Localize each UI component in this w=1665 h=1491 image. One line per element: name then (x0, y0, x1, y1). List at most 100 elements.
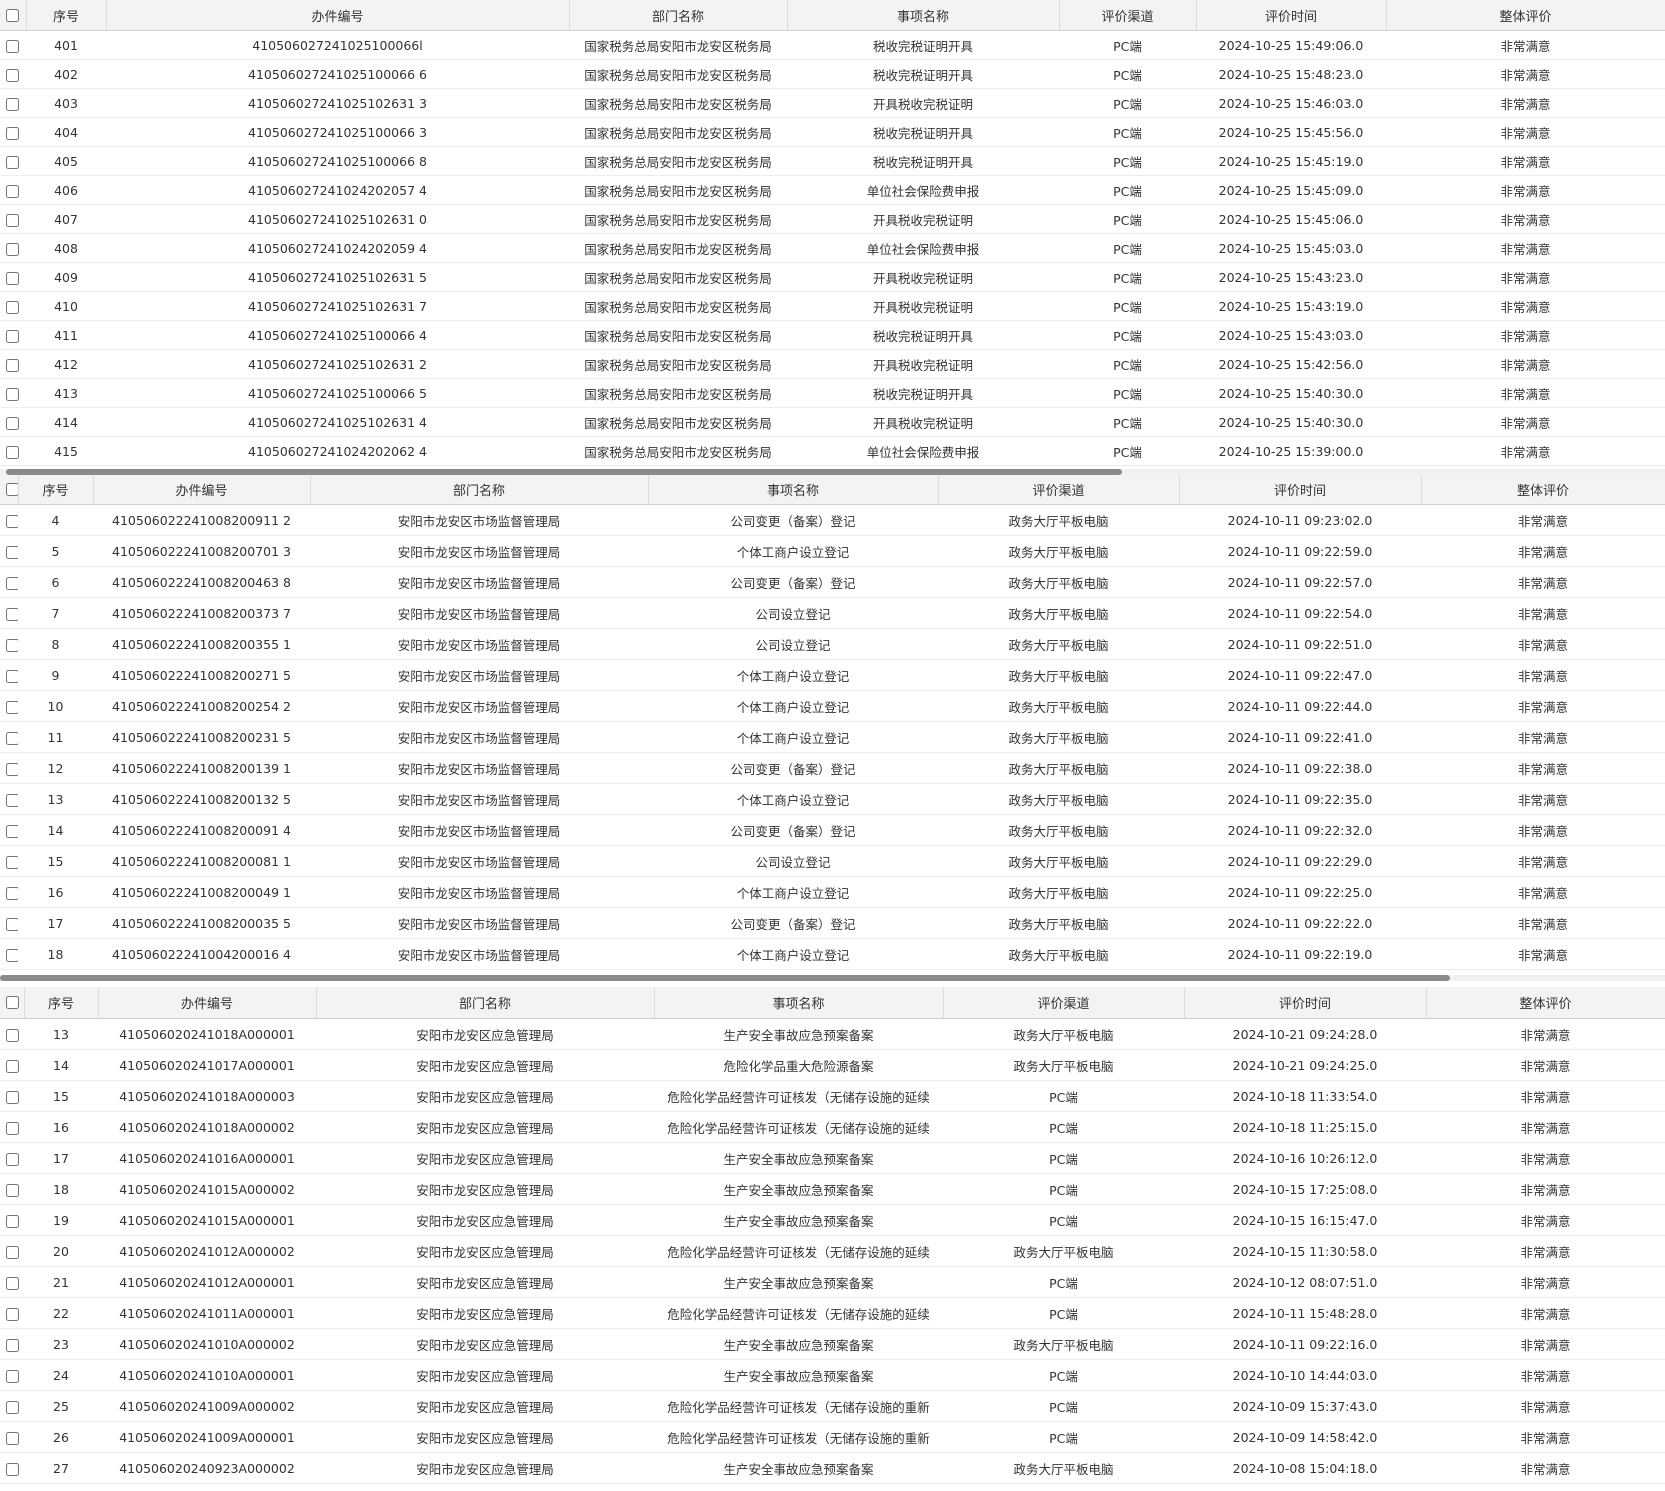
row-checkbox[interactable] (6, 1059, 19, 1073)
row-checkbox[interactable] (6, 445, 19, 459)
department-header[interactable]: 部门名称 (310, 475, 649, 505)
table-row[interactable]: 407 410506027241025102631 0 国家税务总局安阳市龙安区税务… (0, 204, 1665, 234)
row-checkbox[interactable] (6, 917, 18, 931)
horizontal-scrollbar[interactable] (0, 975, 1665, 981)
row-checkbox[interactable] (6, 68, 19, 82)
row-checkbox[interactable] (6, 184, 19, 198)
row-checkbox[interactable] (6, 329, 19, 343)
table-row[interactable]: 26 410506020241009A000001 安阳市龙安区应急管理局 危险化学品… (0, 1421, 1665, 1453)
table-row[interactable]: 6 410506022241008200463 8 安阳市龙安区市场监督管理局 公司变… (0, 566, 1665, 598)
rating-header[interactable]: 整体评价 (1386, 0, 1665, 31)
scrollbar-thumb[interactable] (0, 975, 1450, 981)
row-checkbox[interactable] (6, 576, 18, 590)
row-checkbox[interactable] (6, 1183, 19, 1197)
table-row[interactable]: 27 410506020240923A000002 安阳市龙安区应急管理局 生产安全事… (0, 1452, 1665, 1484)
table-row[interactable]: 4 410506022241008200911 2 安阳市龙安区市场监督管理局 公司变… (0, 504, 1665, 536)
table-row[interactable]: 409 410506027241025102631 5 国家税务总局安阳市龙安区税务… (0, 262, 1665, 292)
select-all-checkbox[interactable] (6, 996, 19, 1009)
table-row[interactable]: 21 410506020241012A000001 安阳市龙安区应急管理局 生产安全事… (0, 1266, 1665, 1298)
table-row[interactable]: 9 410506022241008200271 5 安阳市龙安区市场监督管理局 个体工… (0, 659, 1665, 691)
row-checkbox[interactable] (6, 416, 19, 430)
case-number-header[interactable]: 办件编号 (98, 987, 317, 1019)
seq-header[interactable]: 序号 (24, 987, 99, 1019)
table-row[interactable]: 13 410506020241018A000001 安阳市龙安区应急管理局 生产安全事… (0, 1018, 1665, 1050)
row-checkbox[interactable] (6, 638, 18, 652)
rating-header[interactable]: 整体评价 (1421, 475, 1665, 505)
row-checkbox[interactable] (6, 545, 18, 559)
row-checkbox[interactable] (6, 1090, 19, 1104)
table-row[interactable]: 7 410506022241008200373 7 安阳市龙安区市场监督管理局 公司设… (0, 597, 1665, 629)
table-row[interactable]: 16 410506022241008200049 1 安阳市龙安区市场监督管理局 个体… (0, 876, 1665, 908)
row-checkbox[interactable] (6, 39, 19, 53)
row-checkbox[interactable] (6, 97, 19, 111)
row-checkbox[interactable] (6, 1338, 19, 1352)
row-checkbox[interactable] (6, 762, 18, 776)
row-checkbox[interactable] (6, 1028, 19, 1042)
rating-header[interactable]: 整体评价 (1426, 987, 1665, 1019)
case-number-header[interactable]: 办件编号 (106, 0, 570, 31)
row-checkbox[interactable] (6, 855, 18, 869)
table-row[interactable]: 13 410506022241008200132 5 安阳市龙安区市场监督管理局 个体… (0, 783, 1665, 815)
table-row[interactable]: 17 410506020241016A000001 安阳市龙安区应急管理局 生产安全事… (0, 1142, 1665, 1174)
table-row[interactable]: 11 410506022241008200231 5 安阳市龙安区市场监督管理局 个体… (0, 721, 1665, 753)
item-name-header[interactable]: 事项名称 (648, 475, 939, 505)
row-checkbox[interactable] (6, 271, 19, 285)
table-row[interactable]: 19 410506020241015A000001 安阳市龙安区应急管理局 生产安全事… (0, 1204, 1665, 1236)
channel-header[interactable]: 评价渠道 (1059, 0, 1197, 31)
table-row[interactable]: 402 410506027241025100066 6 国家税务总局安阳市龙安区税务… (0, 59, 1665, 89)
row-checkbox[interactable] (6, 1431, 19, 1445)
eval-time-header[interactable]: 评价时间 (1179, 475, 1422, 505)
row-checkbox[interactable] (6, 155, 19, 169)
table-row[interactable]: 17 410506022241008200035 5 安阳市龙安区市场监督管理局 公司… (0, 907, 1665, 939)
table-row[interactable]: 10 410506022241008200254 2 安阳市龙安区市场监督管理局 个体… (0, 690, 1665, 722)
row-checkbox[interactable] (6, 126, 19, 140)
row-checkbox[interactable] (6, 607, 18, 621)
table-row[interactable]: 405 410506027241025100066 8 国家税务总局安阳市龙安区税务… (0, 146, 1665, 176)
row-checkbox[interactable] (6, 824, 18, 838)
row-checkbox[interactable] (6, 1245, 19, 1259)
table-row[interactable]: 408 410506027241024202059 4 国家税务总局安阳市龙安区税务… (0, 233, 1665, 263)
row-checkbox[interactable] (6, 948, 18, 962)
row-checkbox[interactable] (6, 1307, 19, 1321)
table-row[interactable]: 414 410506027241025102631 4 国家税务总局安阳市龙安区税务… (0, 407, 1665, 437)
row-checkbox[interactable] (6, 1152, 19, 1166)
row-checkbox[interactable] (6, 1369, 19, 1383)
table-row[interactable]: 401 410506027241025100066l 国家税务总局安阳市龙安区税务局… (0, 30, 1665, 60)
table-row[interactable]: 404 410506027241025100066 3 国家税务总局安阳市龙安区税务… (0, 117, 1665, 147)
table-row[interactable]: 15 410506020241018A000003 安阳市龙安区应急管理局 危险化学品… (0, 1080, 1665, 1112)
table-row[interactable]: 5 410506022241008200701 3 安阳市龙安区市场监督管理局 个体工… (0, 535, 1665, 567)
channel-header[interactable]: 评价渠道 (943, 987, 1185, 1019)
row-checkbox[interactable] (6, 1121, 19, 1135)
row-checkbox[interactable] (6, 358, 19, 372)
table-row[interactable]: 16 410506020241018A000002 安阳市龙安区应急管理局 危险化学品… (0, 1111, 1665, 1143)
row-checkbox[interactable] (6, 213, 19, 227)
table-row[interactable]: 14 410506020241017A000001 安阳市龙安区应急管理局 危险化学品… (0, 1049, 1665, 1081)
table-row[interactable]: 23 410506020241010A000002 安阳市龙安区应急管理局 生产安全事… (0, 1328, 1665, 1360)
table-row[interactable]: 20 410506020241012A000002 安阳市龙安区应急管理局 危险化学品… (0, 1235, 1665, 1267)
row-checkbox[interactable] (6, 1400, 19, 1414)
select-all-checkbox[interactable] (6, 8, 19, 22)
eval-time-header[interactable]: 评价时间 (1184, 987, 1427, 1019)
table-row[interactable]: 413 410506027241025100066 5 国家税务总局安阳市龙安区税务… (0, 378, 1665, 408)
table-row[interactable]: 18 410506022241004200016 4 安阳市龙安区市场监督管理局 个体… (0, 938, 1665, 970)
row-checkbox[interactable] (6, 514, 18, 528)
seq-header[interactable]: 序号 (18, 475, 94, 505)
row-checkbox[interactable] (6, 700, 18, 714)
item-name-header[interactable]: 事项名称 (787, 0, 1060, 31)
row-checkbox[interactable] (6, 242, 19, 256)
table-row[interactable]: 15 410506022241008200081 1 安阳市龙安区市场监督管理局 公司… (0, 845, 1665, 877)
row-checkbox[interactable] (6, 300, 19, 314)
row-checkbox[interactable] (6, 669, 18, 683)
select-all-checkbox[interactable] (6, 483, 17, 496)
row-checkbox[interactable] (6, 1214, 19, 1228)
table-row[interactable]: 14 410506022241008200091 4 安阳市龙安区市场监督管理局 公司… (0, 814, 1665, 846)
table-row[interactable]: 415 410506027241024202062 4 国家税务总局安阳市龙安区税务… (0, 436, 1665, 466)
table-row[interactable]: 406 410506027241024202057 4 国家税务总局安阳市龙安区税务… (0, 175, 1665, 205)
row-checkbox[interactable] (6, 387, 19, 401)
case-number-header[interactable]: 办件编号 (93, 475, 311, 505)
table-row[interactable]: 22 410506020241011A000001 安阳市龙安区应急管理局 危险化学品… (0, 1297, 1665, 1329)
table-row[interactable]: 8 410506022241008200355 1 安阳市龙安区市场监督管理局 公司设… (0, 628, 1665, 660)
row-checkbox[interactable] (6, 793, 18, 807)
seq-header[interactable]: 序号 (26, 0, 107, 31)
department-header[interactable]: 部门名称 (569, 0, 788, 31)
